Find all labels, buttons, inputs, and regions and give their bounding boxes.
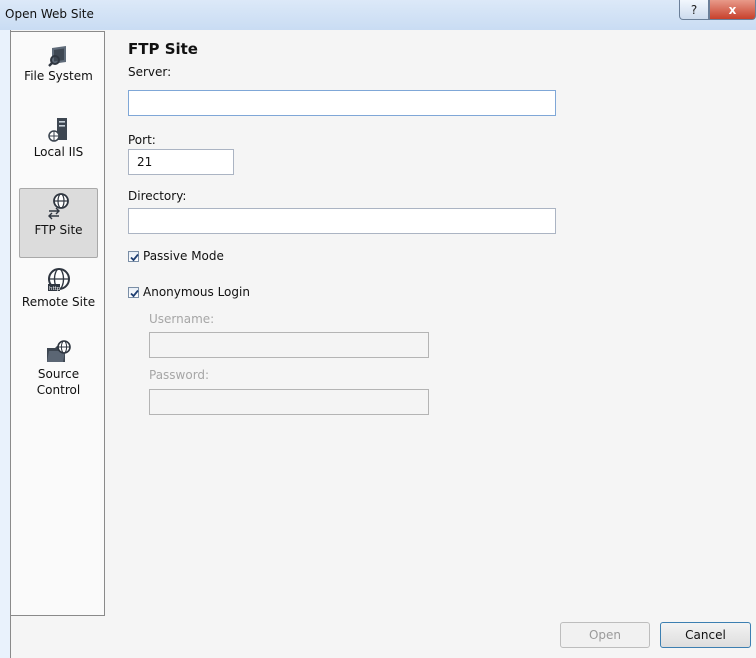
password-label: Password: <box>149 368 210 382</box>
open-button[interactable]: Open <box>560 622 650 648</box>
port-input[interactable] <box>128 149 234 175</box>
title-bar: Open Web Site ? x <box>0 0 756 31</box>
folder-globe-icon <box>46 340 71 362</box>
checkbox-box[interactable] <box>128 286 139 298</box>
folder-search-icon <box>47 46 66 67</box>
window-title: Open Web Site <box>5 7 94 21</box>
anonymous-login-label: Anonymous Login <box>143 285 250 299</box>
server-label: Server: <box>128 65 172 79</box>
checkbox-box[interactable] <box>128 250 139 262</box>
window-left-frame <box>0 30 10 658</box>
page-title: FTP Site <box>128 40 198 58</box>
open-web-site-dialog: Open Web Site ? x File System Local IIS … <box>0 0 756 658</box>
sidebar-item-label: Source Control <box>36 367 81 397</box>
server-input[interactable] <box>128 90 556 116</box>
directory-label: Directory: <box>128 189 187 203</box>
server-globe-icon <box>47 118 67 142</box>
sidebar-item-ftp-site[interactable]: FTP Site <box>19 188 98 258</box>
location-sidebar: File System Local IIS FTP Site http Remo… <box>10 31 105 616</box>
anonymous-login-checkbox[interactable]: Anonymous Login <box>128 285 250 299</box>
checkmark-icon <box>130 289 139 297</box>
sidebar-item-label: Local IIS <box>33 145 84 159</box>
svg-text:http: http <box>49 286 61 292</box>
sidebar-item-label: FTP Site <box>34 223 83 237</box>
port-label: Port: <box>128 133 156 147</box>
directory-input[interactable] <box>128 208 556 234</box>
close-button[interactable]: x <box>709 0 756 20</box>
ftp-globe-icon <box>47 193 69 220</box>
sidebar-item-label: File System <box>24 69 93 83</box>
cancel-button[interactable]: Cancel <box>660 622 751 648</box>
passive-mode-label: Passive Mode <box>143 249 224 263</box>
passive-mode-checkbox[interactable]: Passive Mode <box>128 249 224 263</box>
sidebar-item-source-control[interactable]: Source Control <box>19 338 98 414</box>
sidebar-item-file-system[interactable]: File System <box>19 42 98 102</box>
password-input[interactable] <box>149 389 429 415</box>
sidebar-item-local-iis[interactable]: Local IIS <box>19 116 98 176</box>
sidebar-item-remote-site[interactable]: http Remote Site <box>19 266 98 326</box>
http-globe-icon: http <box>47 268 70 292</box>
sidebar-item-label: Remote Site <box>21 295 96 309</box>
checkmark-icon <box>130 253 139 261</box>
username-input[interactable] <box>149 332 429 358</box>
username-label: Username: <box>149 312 215 326</box>
help-button[interactable]: ? <box>679 0 709 20</box>
